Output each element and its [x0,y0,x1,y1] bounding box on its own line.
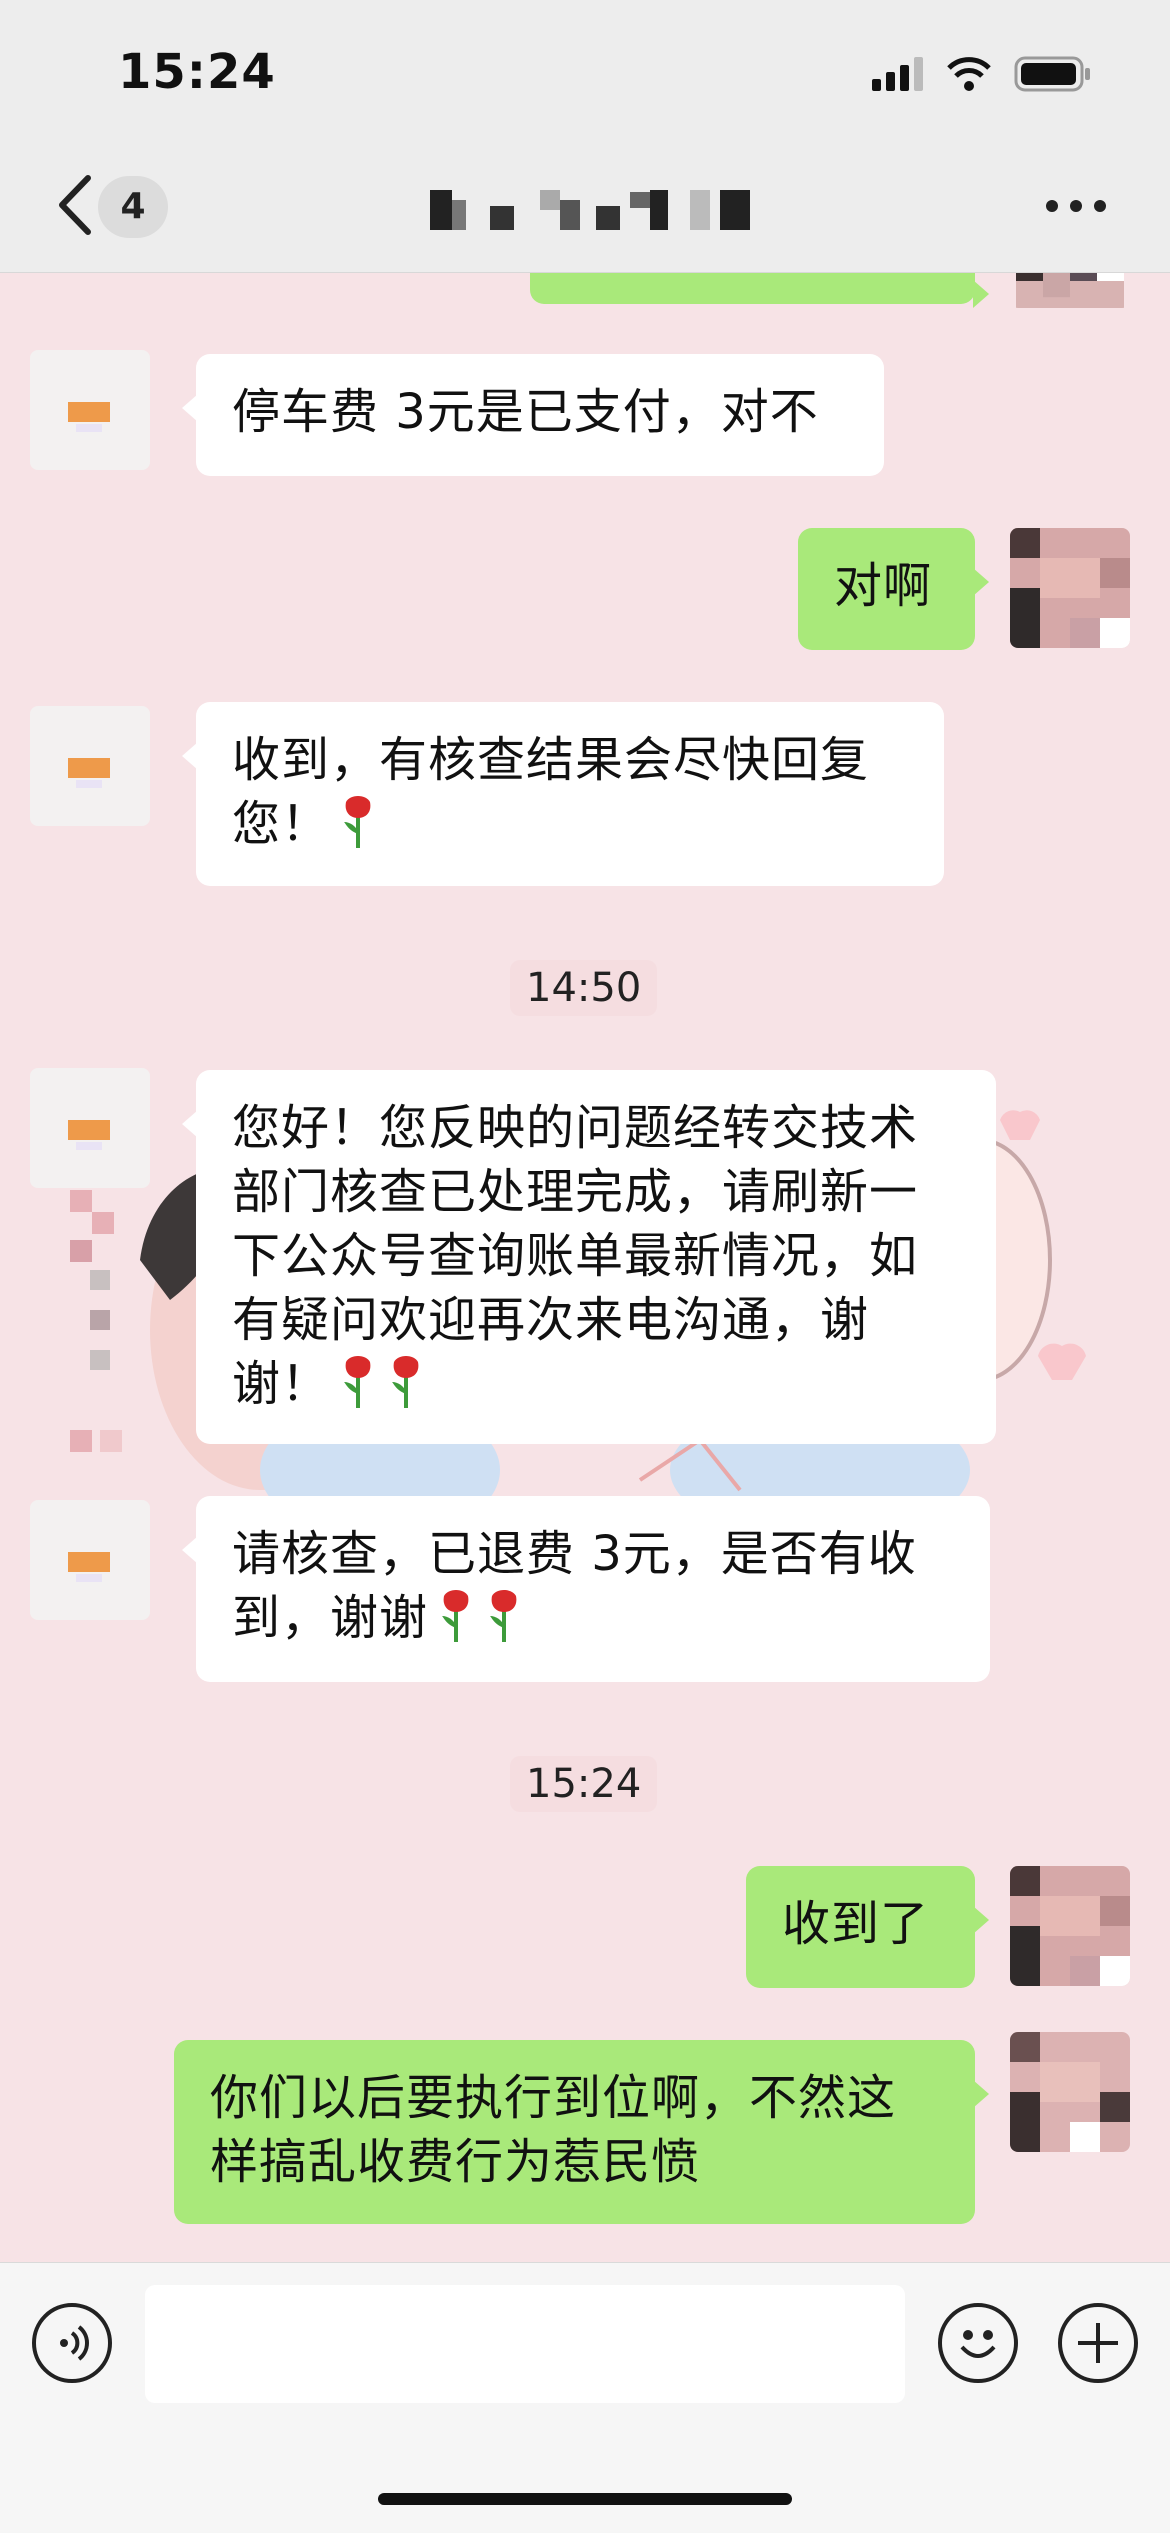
message-bubble: 您好！您反映的问题经转交技术部门核查已处理完成，请刷新一下公众号查询账单最新情况… [182,1070,996,1444]
message-bubble: 停车费 3元是已支付，对不 [182,354,884,476]
battery-icon [1014,56,1090,92]
status-time: 15:24 [118,44,276,100]
my-avatar[interactable] [1010,2032,1130,2152]
timestamp: 14:50 [510,960,658,1016]
message-list: 停车费 3元是已支付，对不 对啊 收到，有核查结果会尽快回复您！ 14:50 您… [0,0,1170,2532]
sender-avatar[interactable] [30,1500,150,1620]
voice-icon[interactable] [32,2303,112,2383]
plus-icon[interactable] [1058,2303,1138,2383]
message-text: 请核查，已退费 3元，是否有收到，谢谢 [232,1526,917,1646]
rose-icon [344,1356,371,1408]
my-avatar[interactable] [1010,1866,1130,1986]
rose-icon [344,796,371,848]
message-bubble: 你们以后要执行到位啊，不然这样搞乱收费行为惹民愤 [174,2040,989,2224]
signal-icon [872,57,923,91]
sender-avatar[interactable] [30,706,150,826]
unread-count-badge[interactable]: 4 [98,176,168,238]
timestamp: 15:24 [510,1756,658,1812]
sender-avatar[interactable] [30,350,150,470]
message-input[interactable] [145,2285,905,2403]
my-avatar[interactable] [1010,528,1130,648]
message-bubble: 收到了 [746,1866,989,1988]
emoji-icon[interactable] [938,2303,1018,2383]
rose-icon [490,1590,517,1642]
chat-input-bar [0,2262,1170,2533]
message-text: 您好！您反映的问题经转交技术部门核查已处理完成，请刷新一下公众号查询账单最新情况… [232,1100,919,1412]
navigation-header: 15:24 4 [0,0,1170,273]
chat-title-redacted [430,190,750,230]
more-dots-icon[interactable] [1046,188,1108,224]
rose-icon [392,1356,419,1408]
home-indicator[interactable] [378,2493,792,2505]
status-icons [872,56,1092,92]
message-text: 你们以后要执行到位啊，不然这样搞乱收费行为惹民愤 [210,2070,897,2190]
message-text: 收到，有核查结果会尽快回复您！ [232,732,870,852]
message-bubble: 对啊 [798,528,989,650]
rose-icon [442,1590,469,1642]
back-chevron-icon[interactable] [48,170,104,240]
message-bubble: 收到，有核查结果会尽快回复您！ [182,702,944,886]
message-text: 对啊 [834,558,933,614]
message-text: 收到了 [782,1896,930,1952]
message-bubble: 请核查，已退费 3元，是否有收到，谢谢 [182,1496,990,1682]
wifi-icon [947,57,991,91]
sender-avatar[interactable] [30,1068,150,1188]
message-text: 停车费 3元是已支付，对不 [232,384,819,440]
